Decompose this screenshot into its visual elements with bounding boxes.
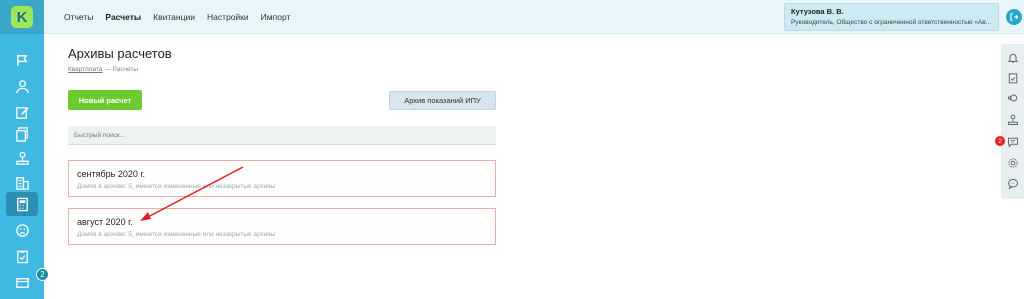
new-calculation-button[interactable]: Новый расчет xyxy=(68,90,142,110)
top-bar: Отчеты Расчеты Квитанции Настройки Импор… xyxy=(44,0,1024,34)
chat-icon[interactable] xyxy=(1005,134,1020,149)
app-logo[interactable]: K xyxy=(0,0,44,34)
user-name: Кутузова В. В. xyxy=(791,7,844,16)
flag-icon[interactable] xyxy=(6,48,38,72)
tab-reports[interactable]: Отчеты xyxy=(64,12,93,22)
clipboard-icon[interactable] xyxy=(1005,70,1020,85)
breadcrumb: Квартплата — Расчеты xyxy=(68,66,138,73)
breadcrumb-current: Расчеты xyxy=(112,66,139,73)
stamp-icon[interactable] xyxy=(1005,112,1020,127)
documents-icon[interactable] xyxy=(6,122,38,146)
building-icon[interactable] xyxy=(6,170,38,194)
sad-face-icon[interactable] xyxy=(6,218,38,242)
calculator-icon[interactable] xyxy=(6,192,38,216)
gear-icon[interactable] xyxy=(1005,155,1020,170)
comment-icon[interactable] xyxy=(1005,176,1020,191)
app-window: K 2 Отчеты Расчеты Квитанции Настройки И… xyxy=(0,0,1024,299)
meter-archive-button[interactable]: Архив показаний ИПУ xyxy=(389,91,496,110)
tab-calculations[interactable]: Расчеты xyxy=(105,12,141,22)
quick-search-input[interactable] xyxy=(68,126,496,145)
logout-icon[interactable] xyxy=(1006,9,1022,25)
bell-icon[interactable] xyxy=(1005,50,1020,65)
support-icon[interactable] xyxy=(1005,90,1020,105)
archive-title: сентябрь 2020 г. xyxy=(77,169,146,179)
user-role: Руководитель, Общество с ограниченной от… xyxy=(791,19,992,26)
archive-card[interactable]: сентябрь 2020 г. Домов в архиве: 5, имею… xyxy=(68,160,496,197)
top-navigation: Отчеты Расчеты Квитанции Настройки Импор… xyxy=(64,0,302,34)
user-profile[interactable]: Кутузова В. В. Руководитель, Общество с … xyxy=(784,3,999,31)
left-sidebar: K xyxy=(0,0,44,299)
tab-import[interactable]: Импорт xyxy=(261,12,291,22)
users-icon[interactable] xyxy=(6,74,38,98)
archive-subtitle: Домов в архиве: 5, имеются измененные ил… xyxy=(77,183,276,190)
archive-title: август 2020 г. xyxy=(77,217,133,227)
breadcrumb-separator: — xyxy=(102,66,113,73)
tab-settings[interactable]: Настройки xyxy=(207,12,249,22)
page-title: Архивы расчетов xyxy=(68,46,172,61)
chat-notification-badge: 2 xyxy=(995,136,1005,146)
clipboard-icon[interactable] xyxy=(6,244,38,268)
right-sidebar xyxy=(1001,44,1024,199)
annotation-arrow xyxy=(140,166,244,221)
archive-subtitle: Домов в архиве: 5, имеются измененные ил… xyxy=(77,231,276,238)
logo-letter: K xyxy=(11,6,33,28)
breadcrumb-link[interactable]: Квартплата xyxy=(68,66,103,73)
wallet-icon[interactable] xyxy=(6,270,38,294)
notification-badge: 2 xyxy=(36,268,49,281)
edit-icon[interactable] xyxy=(6,100,38,124)
stamp-icon[interactable] xyxy=(6,146,38,170)
archive-card[interactable]: август 2020 г. Домов в архиве: 5, имеютс… xyxy=(68,208,496,245)
tab-receipts[interactable]: Квитанции xyxy=(153,12,195,22)
